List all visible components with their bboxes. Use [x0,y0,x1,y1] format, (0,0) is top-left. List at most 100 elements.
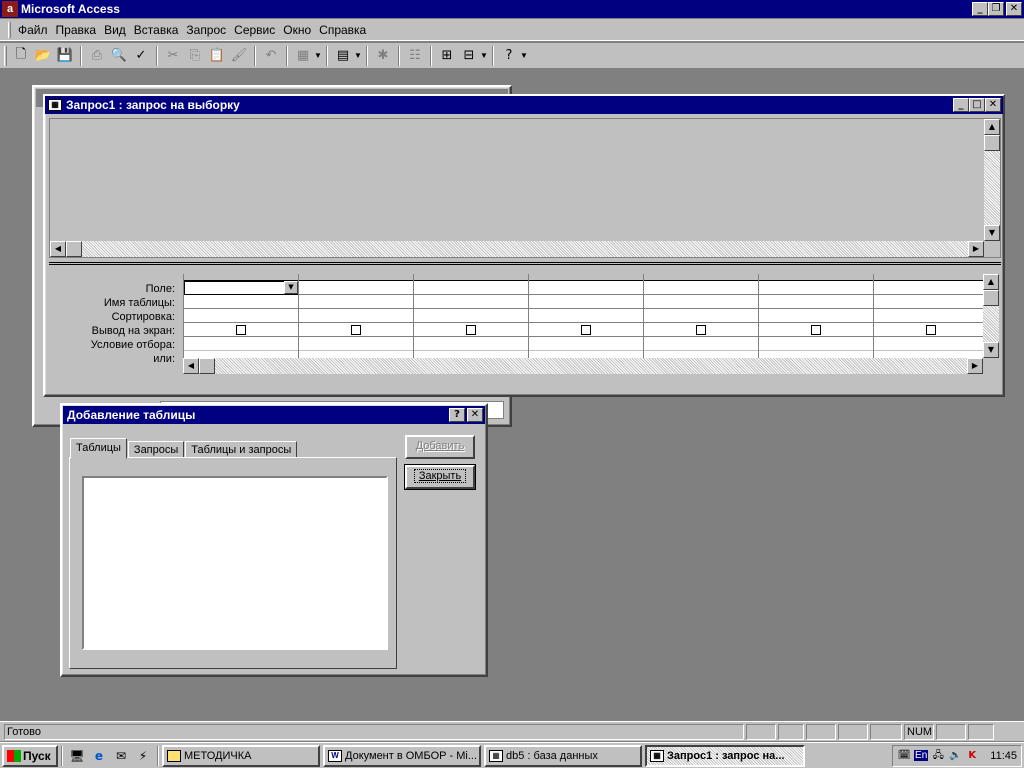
grid-hscroll[interactable]: ◀ ▶ [183,358,983,374]
query-maximize-button[interactable]: □ [969,98,985,112]
grid-cell[interactable] [299,337,413,351]
start-button[interactable]: Пуск [2,744,58,767]
menubar-grip[interactable] [8,21,11,38]
internet-explorer-icon[interactable]: e [88,745,110,767]
show-checkbox[interactable] [236,325,246,335]
show-checkbox[interactable] [696,325,706,335]
column-selector[interactable] [414,274,528,281]
scroll-up-icon[interactable]: ▲ [983,274,999,290]
task-button-database[interactable]: ▦ db5 : база данных [484,744,642,767]
menu-insert[interactable]: Вставка [131,23,182,37]
grid-cell[interactable] [414,323,528,337]
grid-cell[interactable] [529,337,643,351]
properties-icon[interactable]: ☷ [404,45,426,67]
scroll-left-icon[interactable]: ◀ [50,241,66,257]
grid-cell[interactable] [414,281,528,295]
help-dropdown-icon[interactable]: ▼ [520,51,528,60]
grid-column[interactable] [299,274,414,365]
copy-icon[interactable]: ⎘ [184,45,206,67]
scroll-thumb[interactable] [984,135,1000,151]
grid-cell[interactable] [414,337,528,351]
grid-cell[interactable] [874,281,983,295]
query-type-dropdown-icon[interactable]: ▼ [354,51,362,60]
tab-tables[interactable]: Таблицы [70,438,127,459]
save-icon[interactable]: 💾 [54,45,76,67]
table-pane-hscroll[interactable]: ◀ ▶ [50,241,984,257]
scroll-right-icon[interactable]: ▶ [967,358,983,374]
language-indicator[interactable]: En [914,750,929,761]
scroll-down-icon[interactable]: ▼ [984,225,1000,241]
query-design-window[interactable]: ▦ Запрос1 : запрос на выборку _ □ ✕ ▲ ▼ … [43,94,1005,397]
antivirus-icon[interactable]: K [965,749,979,763]
open-icon[interactable]: 📂 [32,45,54,67]
table-pane-vscroll[interactable]: ▲ ▼ [984,119,1000,241]
grid-cell[interactable] [414,309,528,323]
menu-window[interactable]: Окно [280,23,314,37]
channels-icon[interactable]: ⚡ [132,745,154,767]
menu-tools[interactable]: Сервис [231,23,278,37]
grid-cell[interactable]: ▼ [184,281,298,295]
new-icon[interactable]: 🗋 [10,45,32,67]
show-checkbox[interactable] [811,325,821,335]
query-window-titlebar[interactable]: ▦ Запрос1 : запрос на выборку _ □ ✕ [45,96,1003,114]
print-icon[interactable]: ⎙ [86,45,108,67]
grid-cell[interactable] [414,295,528,309]
task-button-folder[interactable]: МЕТОДИЧКА [162,744,320,767]
scheduler-icon[interactable]: 🗓 [897,749,911,763]
scroll-thumb[interactable] [983,290,999,306]
column-selector[interactable] [874,274,983,281]
restore-button[interactable]: ❐ [988,2,1004,16]
grid-column[interactable] [529,274,644,365]
grid-cell[interactable] [184,295,298,309]
grid-cell[interactable] [759,295,873,309]
help-icon[interactable]: ? [498,45,520,67]
run-icon[interactable]: ✱ [372,45,394,67]
grid-cell[interactable] [759,337,873,351]
grid-cell[interactable] [644,309,758,323]
scroll-thumb[interactable] [66,241,82,257]
table-pane[interactable]: ▲ ▼ ◀ ▶ [49,118,1001,258]
scroll-thumb[interactable] [199,358,215,374]
outlook-express-icon[interactable]: ✉ [110,745,132,767]
grid-column[interactable] [644,274,759,365]
column-selector[interactable] [644,274,758,281]
grid-cell[interactable] [529,323,643,337]
task-button-word[interactable]: W Документ в ОМБОР - Mi... [323,744,481,767]
scroll-left-icon[interactable]: ◀ [183,358,199,374]
grid-column[interactable] [874,274,983,365]
scroll-down-icon[interactable]: ▼ [983,342,999,358]
scroll-up-icon[interactable]: ▲ [984,119,1000,135]
menu-view[interactable]: Вид [101,23,129,37]
volume-icon[interactable]: 🔈 [948,749,962,763]
show-checkbox[interactable] [351,325,361,335]
desktop-icon[interactable]: 🖥 [66,745,88,767]
grid-cell[interactable] [529,309,643,323]
grid-column[interactable] [414,274,529,365]
query-close-button[interactable]: ✕ [985,98,1001,112]
close-button[interactable]: ✕ [1006,2,1022,16]
grid-cell[interactable] [644,323,758,337]
spelling-icon[interactable]: ✓ [130,45,152,67]
menu-edit[interactable]: Правка [53,23,100,37]
task-button-query[interactable]: ▦ Запрос1 : запрос на... [645,744,805,767]
cut-icon[interactable]: ✂ [162,45,184,67]
grid-cell[interactable] [299,309,413,323]
grid-cell[interactable] [874,323,983,337]
dialog-titlebar[interactable]: Добавление таблицы ? ✕ [63,406,485,424]
new-object-icon[interactable]: ⊟ [458,45,480,67]
field-dropdown-icon[interactable]: ▼ [284,281,298,294]
add-button[interactable]: Добавить [405,435,475,459]
grid-cell[interactable] [299,323,413,337]
toolbar-grip[interactable] [4,45,7,66]
show-checkbox[interactable] [466,325,476,335]
column-selector[interactable] [184,274,298,281]
pane-splitter[interactable] [49,262,1001,265]
column-selector[interactable] [299,274,413,281]
tables-listbox[interactable] [82,476,388,650]
menu-help[interactable]: Справка [316,23,369,37]
minimize-button[interactable]: _ [972,2,988,16]
network-icon[interactable]: 🖧 [931,749,945,763]
dialog-help-button[interactable]: ? [449,408,465,422]
access-app-icon[interactable]: a [2,1,18,17]
add-table-dialog[interactable]: Добавление таблицы ? ✕ Таблицы Запросы Т… [60,403,488,677]
